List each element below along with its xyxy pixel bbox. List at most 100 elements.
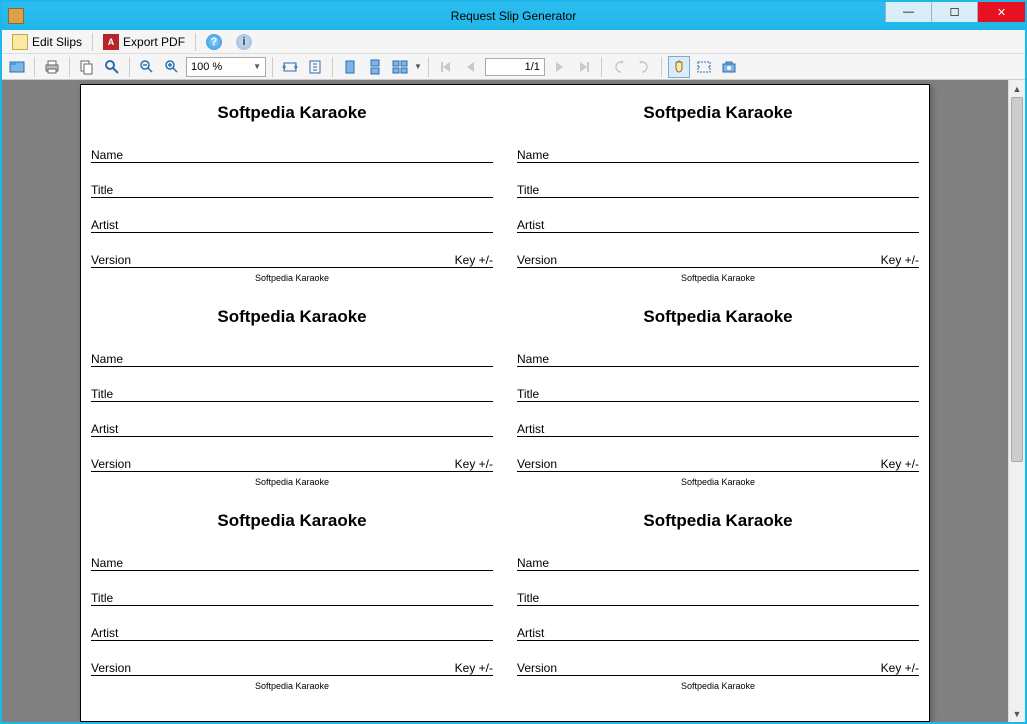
history-forward-button[interactable]: [633, 56, 655, 78]
slip-field-title: Title: [91, 172, 493, 198]
request-slip: Softpedia Karaoke Name Title Artist Vers…: [91, 299, 493, 489]
chevron-down-icon[interactable]: ▼: [414, 62, 422, 71]
slip-field-artist: Artist: [517, 207, 919, 233]
separator: [69, 57, 70, 77]
slip-field-title: Title: [91, 376, 493, 402]
multi-page-button[interactable]: [389, 56, 411, 78]
request-slip: Softpedia Karaoke Name Title Artist Vers…: [517, 299, 919, 489]
export-pdf-label: Export PDF: [123, 35, 185, 49]
request-slip: Softpedia Karaoke Name Title Artist Vers…: [91, 503, 493, 693]
slip-field-name: Name: [91, 545, 493, 571]
slip-field-name: Name: [91, 137, 493, 163]
vertical-scrollbar[interactable]: ▲ ▼: [1008, 80, 1025, 722]
separator: [661, 57, 662, 77]
slip-field-version-key: VersionKey +/-: [91, 650, 493, 676]
slip-footer: Softpedia Karaoke: [517, 273, 919, 283]
single-page-button[interactable]: [339, 56, 361, 78]
separator: [129, 57, 130, 77]
next-page-button[interactable]: [548, 56, 570, 78]
snapshot-button[interactable]: [718, 56, 740, 78]
request-slip: Softpedia Karaoke Name Title Artist Vers…: [517, 503, 919, 693]
chevron-down-icon: ▼: [253, 62, 261, 71]
scroll-track[interactable]: [1009, 97, 1025, 705]
slip-field-title: Title: [91, 580, 493, 606]
minimize-button[interactable]: —: [885, 2, 931, 22]
slip-field-artist: Artist: [91, 615, 493, 641]
zoom-level-select[interactable]: 100 % ▼: [186, 57, 266, 77]
slip-field-version-key: VersionKey +/-: [517, 242, 919, 268]
slip-field-version-key: VersionKey +/-: [91, 242, 493, 268]
separator: [195, 33, 196, 51]
help-icon: ?: [206, 34, 222, 50]
slip-field-title: Title: [517, 376, 919, 402]
about-button[interactable]: i: [230, 32, 258, 52]
slip-footer: Softpedia Karaoke: [91, 477, 493, 487]
slip-field-version-key: VersionKey +/-: [517, 446, 919, 472]
zoom-in-button[interactable]: [161, 56, 183, 78]
scroll-thumb[interactable]: [1011, 97, 1023, 462]
open-button[interactable]: [6, 56, 28, 78]
help-button[interactable]: ?: [200, 32, 228, 52]
prev-page-button[interactable]: [460, 56, 482, 78]
fit-width-button[interactable]: [279, 56, 301, 78]
slip-field-title: Title: [517, 172, 919, 198]
slip-field-name: Name: [91, 341, 493, 367]
slip-heading: Softpedia Karaoke: [91, 103, 493, 123]
maximize-button[interactable]: ☐: [931, 2, 977, 22]
slip-grid: Softpedia Karaoke Name Title Artist Vers…: [91, 95, 919, 693]
viewer-toolbar: 100 % ▼ ▼ 1/1: [2, 54, 1025, 80]
page-indicator: 1/1: [525, 61, 540, 73]
copy-button[interactable]: [76, 56, 98, 78]
info-icon: i: [236, 34, 252, 50]
scroll-up-arrow[interactable]: ▲: [1009, 80, 1025, 97]
edit-slips-button[interactable]: Edit Slips: [6, 32, 88, 52]
fit-page-button[interactable]: [304, 56, 326, 78]
pdf-icon: A: [103, 34, 119, 50]
request-slip: Softpedia Karaoke Name Title Artist Vers…: [517, 95, 919, 285]
slip-field-artist: Artist: [91, 411, 493, 437]
slip-field-version-key: VersionKey +/-: [91, 446, 493, 472]
window-titlebar: Request Slip Generator — ☐ ✕: [2, 2, 1025, 30]
hand-tool-button[interactable]: [668, 56, 690, 78]
viewer-container: Softpedia Karaoke Name Title Artist Vers…: [2, 80, 1025, 722]
slip-heading: Softpedia Karaoke: [517, 307, 919, 327]
slip-field-artist: Artist: [517, 411, 919, 437]
print-button[interactable]: [41, 56, 63, 78]
close-button[interactable]: ✕: [977, 2, 1025, 22]
slip-field-name: Name: [517, 545, 919, 571]
zoom-out-button[interactable]: [136, 56, 158, 78]
request-slip: Softpedia Karaoke Name Title Artist Vers…: [91, 95, 493, 285]
scroll-down-arrow[interactable]: ▼: [1009, 705, 1025, 722]
menubar: Edit Slips A Export PDF ? i: [2, 30, 1025, 54]
separator: [92, 33, 93, 51]
separator: [428, 57, 429, 77]
zoom-level-value: 100 %: [191, 61, 222, 73]
slip-heading: Softpedia Karaoke: [91, 307, 493, 327]
edit-slips-label: Edit Slips: [32, 35, 82, 49]
history-back-button[interactable]: [608, 56, 630, 78]
slip-footer: Softpedia Karaoke: [91, 273, 493, 283]
slip-heading: Softpedia Karaoke: [517, 103, 919, 123]
slip-field-title: Title: [517, 580, 919, 606]
window-title: Request Slip Generator: [2, 9, 1025, 23]
select-tool-button[interactable]: [693, 56, 715, 78]
document-viewer[interactable]: Softpedia Karaoke Name Title Artist Vers…: [2, 80, 1008, 722]
continuous-button[interactable]: [364, 56, 386, 78]
separator: [272, 57, 273, 77]
slip-field-version-key: VersionKey +/-: [517, 650, 919, 676]
export-pdf-button[interactable]: A Export PDF: [97, 32, 191, 52]
slip-footer: Softpedia Karaoke: [91, 681, 493, 691]
last-page-button[interactable]: [573, 56, 595, 78]
edit-slips-icon: [12, 34, 28, 50]
slip-field-name: Name: [517, 137, 919, 163]
find-button[interactable]: [101, 56, 123, 78]
slip-field-artist: Artist: [517, 615, 919, 641]
slip-field-artist: Artist: [91, 207, 493, 233]
slip-heading: Softpedia Karaoke: [91, 511, 493, 531]
window-controls: — ☐ ✕: [885, 2, 1025, 22]
slip-heading: Softpedia Karaoke: [517, 511, 919, 531]
slip-footer: Softpedia Karaoke: [517, 681, 919, 691]
first-page-button[interactable]: [435, 56, 457, 78]
document-page: Softpedia Karaoke Name Title Artist Vers…: [80, 84, 930, 722]
page-number-input[interactable]: 1/1: [485, 58, 545, 76]
